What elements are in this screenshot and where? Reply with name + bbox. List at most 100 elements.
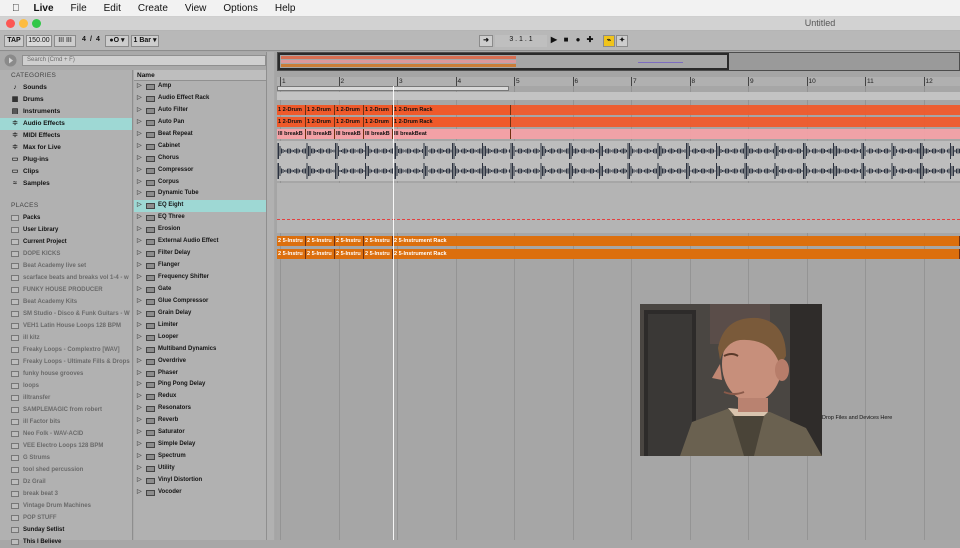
automation-line[interactable] [277, 219, 960, 220]
place-item[interactable]: Neo Folk - WAV-ACID [0, 428, 132, 440]
arrangement-overview[interactable] [277, 52, 960, 71]
device-item[interactable]: ▷ Resonators [134, 403, 266, 415]
place-item[interactable]: G Strums [0, 452, 132, 464]
device-item[interactable]: ▷ EQ Three [134, 212, 266, 224]
expand-arrow-icon[interactable]: ▷ [137, 200, 142, 212]
place-item[interactable]: SM Studio - Disco & Funk Guitars - W [0, 308, 132, 320]
arrangement-clip[interactable]: 1 2-Drum [364, 105, 393, 115]
menu-help[interactable]: Help [275, 3, 296, 14]
arrangement-clip[interactable]: 1 2-Drum [306, 117, 335, 127]
device-item[interactable]: ▷ Amp [134, 81, 266, 93]
device-item[interactable]: ▷ Overdrive [134, 356, 266, 368]
device-item[interactable]: ▷ Grain Delay [134, 308, 266, 320]
automation-lane[interactable] [277, 183, 960, 233]
expand-arrow-icon[interactable]: ▷ [137, 356, 142, 368]
arrangement-clip[interactable]: 2 5-Instru [364, 236, 393, 246]
expand-arrow-icon[interactable]: ▷ [137, 439, 142, 451]
device-item[interactable]: ▷ Erosion [134, 224, 266, 236]
place-item[interactable]: ill Factor bits [0, 416, 132, 428]
expand-arrow-icon[interactable]: ▷ [137, 463, 142, 475]
menu-create[interactable]: Create [138, 3, 168, 14]
device-item[interactable]: ▷ Simple Delay [134, 439, 266, 451]
device-item[interactable]: ▷ Chorus [134, 153, 266, 165]
device-item[interactable]: ▷ Glue Compressor [134, 296, 266, 308]
arrangement-clip[interactable]: 2 5-Instrument Rack [393, 249, 960, 259]
device-item[interactable]: ▷ External Audio Effect [134, 236, 266, 248]
device-item[interactable]: ▷ Auto Filter [134, 105, 266, 117]
arrangement-clip[interactable]: 2 5-Instru [306, 249, 335, 259]
expand-arrow-icon[interactable]: ▷ [137, 224, 142, 236]
arrangement-clip[interactable]: 2 5-Instru [364, 249, 393, 259]
arrangement-clip[interactable]: 1 2-Drum [306, 105, 335, 115]
arrangement-clip[interactable]: 1 2-Drum Rack [393, 105, 511, 115]
category-midi-effects[interactable]: ≑ MIDI Effects [0, 130, 132, 142]
device-item[interactable]: ▷ Looper [134, 332, 266, 344]
device-item[interactable]: ▷ Auto Pan [134, 117, 266, 129]
arrangement-clip[interactable]: 1 2-Drum [277, 117, 306, 127]
place-item[interactable]: Packs [0, 212, 132, 224]
place-item[interactable]: loops [0, 380, 132, 392]
device-item[interactable]: ▷ Saturator [134, 427, 266, 439]
device-item[interactable]: ▷ Dynamic Tube [134, 188, 266, 200]
expand-arrow-icon[interactable]: ▷ [137, 451, 142, 463]
category-drums[interactable]: ▦ Drums [0, 94, 132, 106]
device-item[interactable]: ▷ Audio Effect Rack [134, 93, 266, 105]
browser-scrollbar[interactable] [266, 52, 274, 540]
device-item[interactable]: ▷ Vocoder [134, 487, 266, 499]
record-button[interactable]: ● [573, 35, 583, 47]
device-item[interactable]: ▷ Spectrum [134, 451, 266, 463]
time-signature-denominator[interactable]: 4 [93, 35, 103, 47]
arrangement-clip[interactable]: lll breakB [306, 129, 335, 139]
expand-arrow-icon[interactable]: ▷ [137, 212, 142, 224]
place-item[interactable]: DOPE KICKS [0, 248, 132, 260]
browser-search-input[interactable]: Search (Cmd + F) [22, 55, 266, 66]
arrangement-clip[interactable]: 1 2-Drum [364, 117, 393, 127]
category-clips[interactable]: ▭ Clips [0, 166, 132, 178]
place-item[interactable]: Current Project [0, 236, 132, 248]
expand-arrow-icon[interactable]: ▷ [137, 368, 142, 380]
place-item[interactable]: This I Believe [0, 536, 132, 548]
metronome-button[interactable]: ●O ▾ [105, 35, 129, 47]
beat-time-ruler[interactable]: 1 2 3 4 5 6 7 8 9 10 11 12 [277, 77, 960, 86]
draw-mode-button[interactable]: ✦ [616, 35, 628, 47]
place-item[interactable]: VEH1 Latin House Loops 128 BPM [0, 320, 132, 332]
arrangement-clip[interactable]: 2 5-Instru [335, 249, 364, 259]
name-column-header[interactable]: Name [134, 70, 266, 81]
expand-arrow-icon[interactable]: ▷ [137, 391, 142, 403]
automation-arm-button[interactable]: ⌁ [603, 35, 615, 47]
place-item[interactable]: illtransfer [0, 392, 132, 404]
arrangement-clip[interactable]: 1 2-Drum [335, 117, 364, 127]
expand-arrow-icon[interactable]: ▷ [137, 236, 142, 248]
arrangement-clip[interactable]: 1 2-Drum [335, 105, 364, 115]
expand-arrow-icon[interactable]: ▷ [137, 427, 142, 439]
device-item[interactable]: ▷ Corpus [134, 177, 266, 189]
expand-arrow-icon[interactable]: ▷ [137, 284, 142, 296]
device-item[interactable]: ▷ Flanger [134, 260, 266, 272]
place-item[interactable]: SAMPLEMAGIC from robert [0, 404, 132, 416]
place-item[interactable]: Freaky Loops - Ultimate Fills & Drops [0, 356, 132, 368]
expand-arrow-icon[interactable]: ▷ [137, 81, 142, 93]
arrangement-follow-icon[interactable]: ➜ [479, 35, 493, 47]
arrangement-clip[interactable]: 1 2-Drum [277, 105, 306, 115]
tap-tempo-button[interactable]: TAP [4, 35, 24, 47]
browser-toggle-icon[interactable] [4, 54, 17, 67]
expand-arrow-icon[interactable]: ▷ [137, 308, 142, 320]
stop-button[interactable]: ■ [561, 35, 571, 47]
arrangement-clip[interactable]: lll breakBeat [393, 129, 511, 139]
arrangement-clip[interactable]: lll breakB [364, 129, 393, 139]
add-button[interactable]: ✚ [585, 35, 595, 47]
overview-visible-range[interactable] [278, 53, 729, 70]
expand-arrow-icon[interactable]: ▷ [137, 475, 142, 487]
arrangement-clip[interactable]: 2 5-Instru [277, 236, 306, 246]
play-button[interactable]: ▶ [549, 35, 559, 47]
expand-arrow-icon[interactable]: ▷ [137, 248, 142, 260]
expand-arrow-icon[interactable]: ▷ [137, 403, 142, 415]
nudge-buttons[interactable]: III III [54, 35, 76, 47]
arrangement-clip[interactable]: 2 5-Instru [306, 236, 335, 246]
expand-arrow-icon[interactable]: ▷ [137, 415, 142, 427]
expand-arrow-icon[interactable]: ▷ [137, 332, 142, 344]
arrangement-clip[interactable]: 2 5-Instru [335, 236, 364, 246]
expand-arrow-icon[interactable]: ▷ [137, 129, 142, 141]
category-sounds[interactable]: ♪ Sounds [0, 82, 132, 94]
device-item[interactable]: ▷ Filter Delay [134, 248, 266, 260]
